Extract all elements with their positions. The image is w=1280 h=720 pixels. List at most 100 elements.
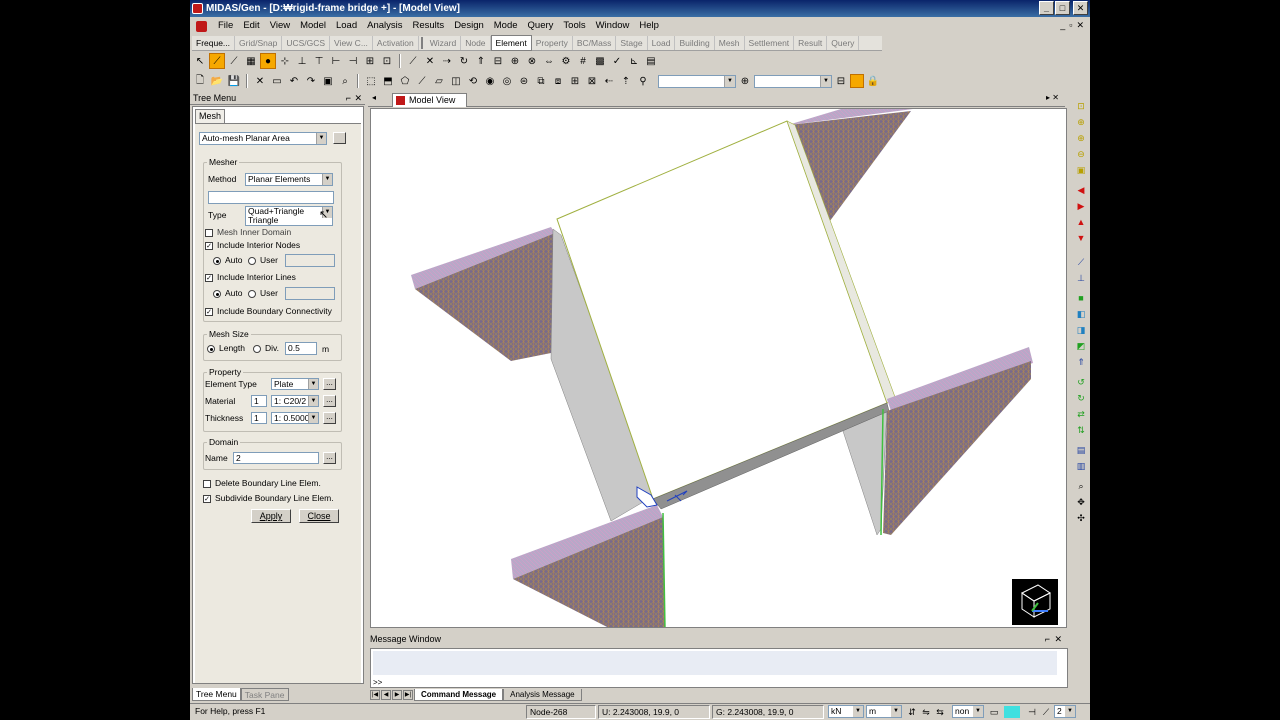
menu-tools[interactable]: Tools	[558, 18, 590, 34]
lock-icon[interactable]	[850, 74, 864, 88]
tab-load[interactable]: Load	[648, 36, 676, 50]
menu-load[interactable]: Load	[331, 18, 362, 34]
create-element-icon[interactable]: ⟋	[405, 53, 421, 69]
unselect-icon[interactable]: ◎	[499, 73, 515, 89]
tab-scroll-left-icon[interactable]: ◂	[372, 93, 376, 102]
element-table-icon[interactable]: ▤	[643, 53, 659, 69]
material-select[interactable]: 1: C20/2 ▼	[271, 395, 319, 407]
view-normal-icon[interactable]: ⇑	[1075, 356, 1087, 368]
menu-view[interactable]: View	[265, 18, 295, 34]
method-select[interactable]: Planar Elements ▼	[245, 173, 333, 186]
function-options-button[interactable]	[333, 132, 346, 144]
select-intersect-icon[interactable]: ⟋	[414, 73, 430, 89]
include-interior-nodes-checkbox[interactable]: ✓	[205, 242, 213, 250]
tab-next-icon[interactable]: ▶	[392, 690, 402, 700]
tab-mesh[interactable]: Mesh	[715, 36, 745, 50]
close-form-button[interactable]: Close	[299, 509, 339, 523]
tab-last-icon[interactable]: ▶|	[403, 690, 413, 700]
tab-prev-icon[interactable]: ◀	[381, 690, 391, 700]
delete-boundary-checkbox[interactable]	[203, 480, 211, 488]
wing-wall-left[interactable]	[411, 227, 555, 361]
snap-mode-select[interactable]: non ▼	[952, 705, 984, 718]
select-all-icon[interactable]: ◉	[482, 73, 498, 89]
translate-element-icon[interactable]: ⇢	[439, 53, 455, 69]
pan-right-icon[interactable]: ▶	[1075, 200, 1087, 212]
zoom-icon[interactable]: ⊕	[737, 73, 753, 89]
dynamic-zoom-icon[interactable]: ⌕	[1075, 480, 1087, 492]
domain-options-button[interactable]: ...	[323, 452, 336, 464]
interior-lines-auto-radio[interactable]	[213, 290, 221, 298]
tab-node[interactable]: Node	[461, 36, 491, 50]
view-bottom-icon[interactable]: ◩	[1075, 340, 1087, 352]
check-element-icon[interactable]: ✓	[609, 53, 625, 69]
wing-wall-bottom-left[interactable]	[511, 505, 666, 628]
mesh-size-length-radio[interactable]	[207, 345, 215, 353]
activate-all-icon[interactable]: ⊞	[567, 73, 583, 89]
thickness-options-button[interactable]: ...	[323, 412, 336, 424]
rotate-up-icon[interactable]: ⇄	[1075, 408, 1087, 420]
auto-mesh-icon[interactable]: ▩	[592, 53, 608, 69]
subdivide-boundary-checkbox[interactable]: ✓	[203, 495, 211, 503]
pan-left-icon[interactable]: ◀	[1075, 184, 1087, 196]
function-select[interactable]: Auto-mesh Planar Area ▼	[199, 132, 327, 145]
snap-node-icon[interactable]: ●	[260, 53, 276, 69]
renumber-icon[interactable]: #	[575, 53, 591, 69]
tab-building[interactable]: Building	[675, 36, 715, 50]
zoom-out-icon[interactable]: ⊖	[1075, 148, 1087, 160]
model-view-canvas[interactable]	[370, 108, 1067, 628]
menu-help[interactable]: Help	[634, 18, 664, 34]
tab-result[interactable]: Result	[794, 36, 828, 50]
close-button[interactable]: ✕	[1073, 1, 1088, 15]
interior-nodes-user-input[interactable]	[285, 254, 335, 267]
merge-element-icon[interactable]: ⊕	[507, 53, 523, 69]
menu-edit[interactable]: Edit	[238, 18, 264, 34]
tab-scroll-right-icon[interactable]: ▸ ✕	[1046, 93, 1059, 102]
mdi-minimize-button[interactable]: _	[1060, 20, 1065, 31]
snap-grid-icon[interactable]: ▦	[243, 53, 259, 69]
print-icon[interactable]: ▭	[269, 73, 285, 89]
delete-element-icon[interactable]: ✕	[422, 53, 438, 69]
apply-button[interactable]: Apply	[251, 509, 291, 523]
toolbar-grip[interactable]	[420, 37, 424, 49]
material-options-button[interactable]: ...	[323, 395, 336, 407]
rotate-left-icon[interactable]: ↺	[1075, 376, 1087, 388]
menu-file[interactable]: File	[213, 18, 238, 34]
tab-ucs-gcs[interactable]: UCS/GCS	[282, 36, 331, 50]
element-type-select[interactable]: Plate ▼	[271, 378, 319, 390]
ucs-y-icon[interactable]: ⊢	[328, 53, 344, 69]
undo-icon[interactable]: ↶	[286, 73, 302, 89]
maximize-button[interactable]: □	[1055, 1, 1070, 15]
thickness-number-input[interactable]: 1	[251, 412, 267, 424]
page-nav-icon[interactable]: ⟋	[1040, 706, 1052, 718]
menu-design[interactable]: Design	[449, 18, 489, 34]
title-bar[interactable]: MIDAS/Gen - [D:₩rigid-frame bridge +] - …	[190, 0, 1090, 17]
snap-line-icon[interactable]: ⟋	[226, 53, 242, 69]
divide-element-icon[interactable]: ⊟	[490, 53, 506, 69]
tab-settlement[interactable]: Settlement	[745, 36, 795, 50]
preview-icon[interactable]: ▣	[320, 73, 336, 89]
tab-stage[interactable]: Stage	[616, 36, 648, 50]
activate-icon[interactable]: ⧉	[533, 73, 549, 89]
view-side-icon[interactable]: ◧	[1075, 308, 1087, 320]
ucs-z-icon[interactable]: ⊣	[345, 53, 361, 69]
menu-model[interactable]: Model	[295, 18, 331, 34]
render-icon[interactable]: ▤	[1075, 444, 1087, 456]
intersect-element-icon[interactable]: ⊗	[524, 53, 540, 69]
menu-mode[interactable]: Mode	[489, 18, 523, 34]
tab-query[interactable]: Query	[827, 36, 860, 50]
dynamic-rotate-icon[interactable]: ✣	[1075, 512, 1087, 524]
tab-activation[interactable]: Activation	[373, 36, 419, 50]
group-select[interactable]: ▼	[754, 74, 832, 88]
page-number-select[interactable]: 2 ▼	[1054, 705, 1076, 718]
rotate-down-icon[interactable]: ⇅	[1075, 424, 1087, 436]
view-back-icon[interactable]: ◨	[1075, 324, 1087, 336]
select-volume-icon[interactable]: ◫	[448, 73, 464, 89]
ucs-x-icon[interactable]: ⊤	[311, 53, 327, 69]
unit-toggle-icon[interactable]: ⇋	[920, 706, 932, 718]
mdi-close-button[interactable]: ✕	[1076, 20, 1084, 31]
app-icon[interactable]	[192, 3, 203, 14]
zoom-window-icon[interactable]: ⊕	[1075, 116, 1087, 128]
tab-grid-snap[interactable]: Grid/Snap	[235, 36, 283, 50]
tab-model-view[interactable]: Model View	[392, 93, 467, 107]
domain-name-input[interactable]: 2	[233, 452, 319, 464]
